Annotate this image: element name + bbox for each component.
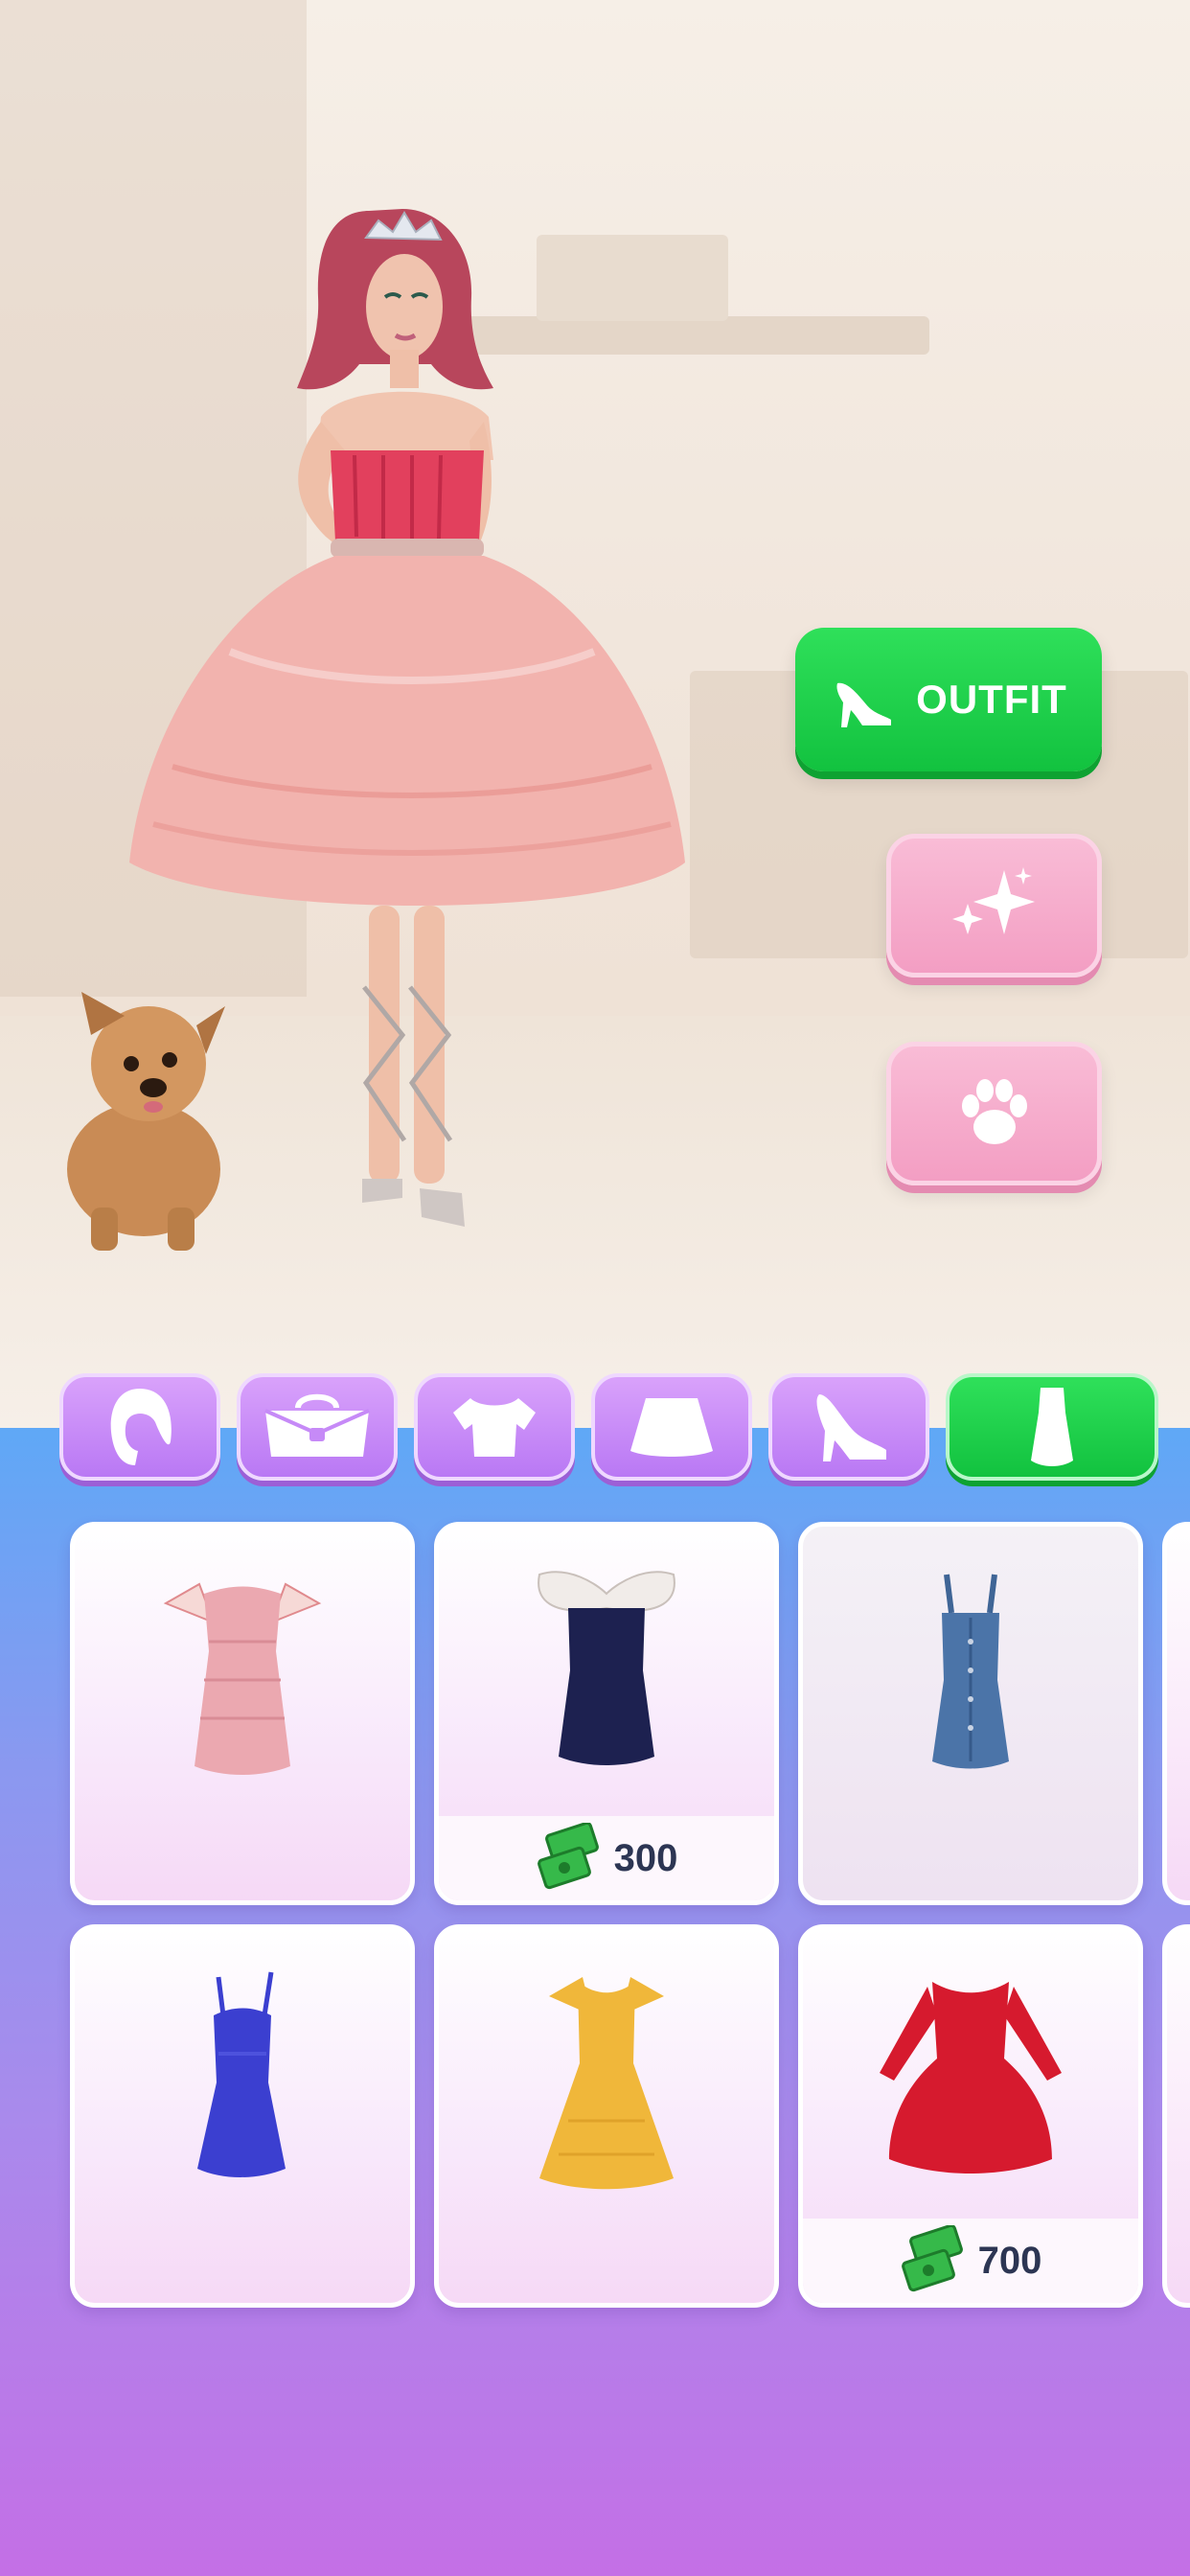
outfit-label: OUTFIT bbox=[916, 677, 1067, 722]
tab-bags[interactable] bbox=[237, 1373, 398, 1481]
bag-icon bbox=[260, 1393, 375, 1460]
pet-dog[interactable] bbox=[53, 987, 235, 1255]
item-card-partial[interactable] bbox=[1162, 1924, 1190, 2308]
effects-button[interactable] bbox=[886, 834, 1102, 978]
item-card[interactable] bbox=[434, 1924, 779, 2308]
price-tag: 300 bbox=[439, 1816, 774, 1900]
cash-icon bbox=[900, 2223, 967, 2297]
dress-icon bbox=[1023, 1384, 1081, 1470]
price-value: 300 bbox=[613, 1836, 678, 1879]
blue-sequin-dress bbox=[197, 1971, 286, 2177]
cash-icon bbox=[536, 1821, 603, 1895]
skirt-icon bbox=[629, 1393, 715, 1460]
tab-shoes[interactable] bbox=[768, 1373, 929, 1481]
top-icon bbox=[451, 1393, 538, 1460]
red-long-sleeve-dress bbox=[880, 1982, 1062, 2174]
pet-button[interactable] bbox=[886, 1042, 1102, 1185]
pink-ruffle-dress bbox=[163, 1582, 322, 1775]
price-tag: 700 bbox=[803, 2219, 1138, 2303]
sparkle-icon bbox=[947, 865, 1042, 947]
item-card[interactable] bbox=[70, 1522, 415, 1905]
tab-hair[interactable] bbox=[59, 1373, 220, 1481]
price-value: 700 bbox=[977, 2239, 1042, 2282]
denim-dress bbox=[932, 1574, 1009, 1769]
item-card[interactable] bbox=[70, 1924, 415, 2308]
outfit-button[interactable]: OUTFIT bbox=[795, 628, 1102, 771]
tab-dresses[interactable] bbox=[946, 1373, 1158, 1481]
hair-icon bbox=[102, 1384, 178, 1470]
item-card[interactable]: 700 bbox=[798, 1924, 1143, 2308]
paw-icon bbox=[951, 1073, 1038, 1155]
item-card[interactable]: 300 bbox=[434, 1522, 779, 1905]
heel-icon bbox=[806, 1389, 892, 1465]
heel-icon bbox=[830, 664, 897, 736]
item-card[interactable] bbox=[798, 1522, 1143, 1905]
item-card-partial[interactable] bbox=[1162, 1522, 1190, 1905]
tab-tops[interactable] bbox=[414, 1373, 575, 1481]
navy-bow-dress bbox=[538, 1571, 675, 1765]
item-grid: 300 700 bbox=[0, 1522, 1190, 2317]
yellow-dotted-dress bbox=[539, 1977, 674, 2190]
tab-bottoms[interactable] bbox=[591, 1373, 752, 1481]
category-tabs bbox=[59, 1373, 1190, 1486]
